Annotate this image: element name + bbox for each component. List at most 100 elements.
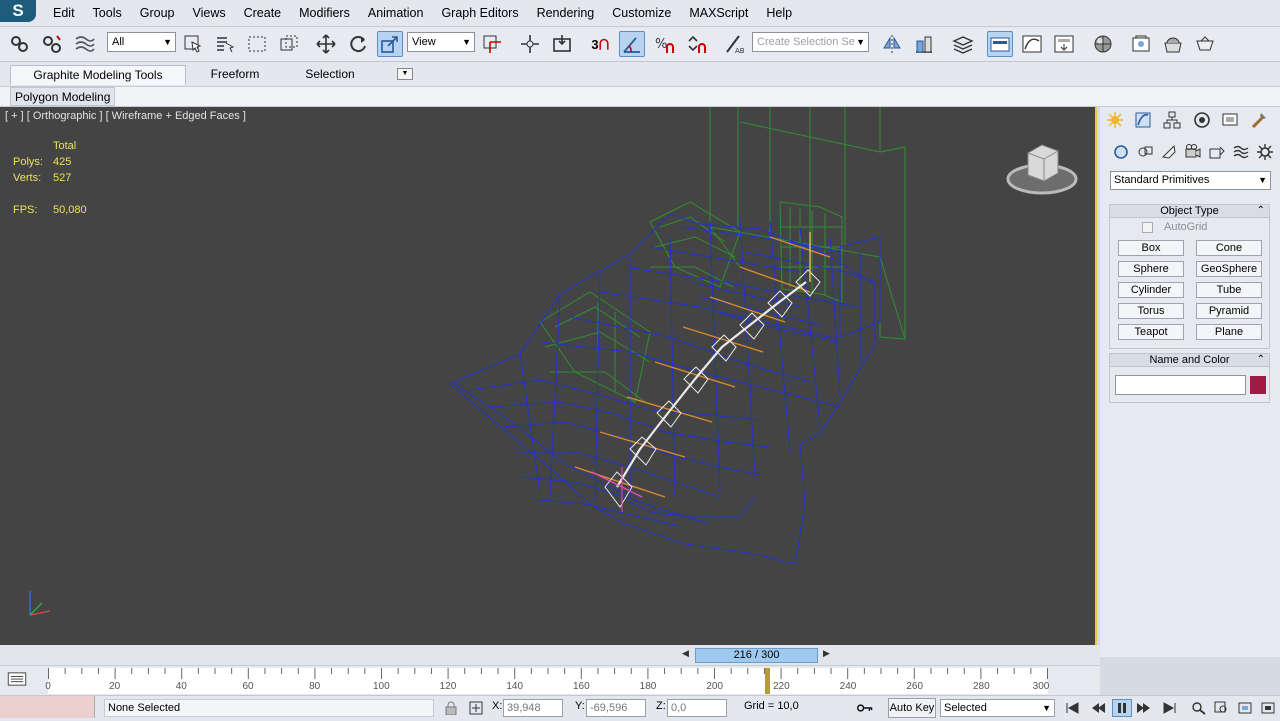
- sphere-button[interactable]: Sphere: [1118, 261, 1184, 277]
- teapot-button[interactable]: Teapot: [1118, 324, 1184, 340]
- modify-tab-icon[interactable]: [1132, 109, 1154, 131]
- pyramid-button[interactable]: Pyramid: [1196, 303, 1262, 319]
- keyboard-shortcut-override-icon[interactable]: [549, 31, 575, 57]
- render-production-icon[interactable]: [1192, 31, 1218, 57]
- set-key-icon[interactable]: [852, 699, 878, 717]
- spinner-snap-icon[interactable]: [683, 31, 709, 57]
- rotate-icon[interactable]: [345, 31, 371, 57]
- z-coordinate-input[interactable]: 0,0: [667, 699, 727, 717]
- reference-coordinate-dropdown[interactable]: View ▼: [407, 32, 475, 52]
- tab-freeform[interactable]: Freeform: [195, 65, 275, 84]
- snaps-toggle-icon[interactable]: 3: [588, 31, 614, 57]
- menu-views[interactable]: Views: [183, 0, 234, 26]
- ribbon-minimize-icon[interactable]: ▼: [397, 68, 413, 80]
- menu-rendering[interactable]: Rendering: [528, 0, 604, 26]
- next-key-icon[interactable]: [1134, 699, 1154, 717]
- scale-icon[interactable]: [377, 31, 403, 57]
- create-tab-icon[interactable]: [1104, 109, 1126, 131]
- menu-create[interactable]: Create: [235, 0, 291, 26]
- perspective-viewport[interactable]: [ + ] [ Orthographic ] [ Wireframe + Edg…: [0, 107, 1097, 645]
- go-to-end-icon[interactable]: [1160, 699, 1180, 717]
- cylinder-button[interactable]: Cylinder: [1118, 282, 1184, 298]
- menu-maxscript[interactable]: MAXScript: [680, 0, 757, 26]
- graphite-modeling-toggle-icon[interactable]: [987, 31, 1013, 57]
- geometry-category-icon[interactable]: [1110, 141, 1132, 163]
- torus-button[interactable]: Torus: [1118, 303, 1184, 319]
- viewport-label-menu[interactable]: [ + ] [ Orthographic ] [ Wireframe + Edg…: [5, 110, 246, 122]
- play-pause-icon[interactable]: [1112, 699, 1132, 717]
- curve-editor-icon[interactable]: [1019, 31, 1045, 57]
- menu-group[interactable]: Group: [131, 0, 184, 26]
- space-warps-category-icon[interactable]: [1230, 141, 1252, 163]
- previous-frame-arrow-icon[interactable]: ◀: [682, 648, 689, 659]
- cameras-category-icon[interactable]: [1182, 141, 1204, 163]
- box-button[interactable]: Box: [1118, 240, 1184, 256]
- utilities-tab-icon[interactable]: [1248, 109, 1270, 131]
- go-to-start-icon[interactable]: [1062, 699, 1082, 717]
- object-color-swatch[interactable]: [1250, 376, 1266, 394]
- bind-to-space-warp-icon[interactable]: [71, 31, 97, 57]
- next-frame-arrow-icon[interactable]: ▶: [823, 648, 830, 659]
- mini-curve-editor-icon[interactable]: [4, 670, 30, 688]
- zoom-extents-icon[interactable]: [1235, 699, 1255, 717]
- key-filter-dropdown[interactable]: Selected ▼: [940, 699, 1055, 717]
- time-slider-thumb[interactable]: 216 / 300: [695, 648, 818, 663]
- move-icon[interactable]: [313, 31, 339, 57]
- current-frame-marker[interactable]: [765, 668, 770, 694]
- autogrid-checkbox[interactable]: [1142, 222, 1153, 233]
- shapes-category-icon[interactable]: [1134, 141, 1156, 163]
- pivot-center-icon[interactable]: [479, 31, 505, 57]
- display-tab-icon[interactable]: [1219, 109, 1241, 131]
- timeline-ruler[interactable]: 0 20 40 60 80 100 120 140 160 180 200 22…: [45, 668, 1049, 694]
- helpers-category-icon[interactable]: [1206, 141, 1228, 163]
- select-and-link-icon[interactable]: [7, 31, 33, 57]
- name-and-color-rollout-header[interactable]: Name and Color ⌃: [1109, 353, 1270, 367]
- tube-button[interactable]: Tube: [1196, 282, 1262, 298]
- render-setup-icon[interactable]: [1128, 31, 1154, 57]
- object-category-dropdown[interactable]: Standard Primitives ▼: [1110, 171, 1271, 190]
- rendered-frame-window-icon[interactable]: [1160, 31, 1186, 57]
- align-icon[interactable]: [911, 31, 937, 57]
- select-object-icon[interactable]: [180, 31, 206, 57]
- rectangular-selection-icon[interactable]: [244, 31, 270, 57]
- maximize-viewport-icon[interactable]: [1258, 699, 1278, 717]
- hierarchy-tab-icon[interactable]: [1161, 109, 1183, 131]
- plane-button[interactable]: Plane: [1196, 324, 1262, 340]
- menu-tools[interactable]: Tools: [84, 0, 131, 26]
- window-crossing-icon[interactable]: [276, 31, 302, 57]
- absolute-mode-transform-icon[interactable]: [466, 699, 486, 717]
- tab-graphite-modeling-tools[interactable]: Graphite Modeling Tools: [10, 65, 186, 85]
- y-coordinate-input[interactable]: -69,596: [586, 699, 646, 717]
- maxscript-listener-mini[interactable]: [0, 696, 95, 718]
- edit-named-selection-icon[interactable]: ABC: [721, 31, 747, 57]
- motion-tab-icon[interactable]: [1191, 109, 1213, 131]
- schematic-view-icon[interactable]: [1051, 31, 1077, 57]
- lock-icon[interactable]: [441, 699, 461, 717]
- angle-snap-icon[interactable]: [619, 31, 645, 57]
- polygon-modeling-panel[interactable]: Polygon Modeling: [10, 87, 116, 106]
- material-editor-icon[interactable]: [1090, 31, 1116, 57]
- menu-animation[interactable]: Animation: [359, 0, 433, 26]
- menu-help[interactable]: Help: [757, 0, 801, 26]
- menu-modifiers[interactable]: Modifiers: [290, 0, 359, 26]
- systems-category-icon[interactable]: [1254, 141, 1276, 163]
- lights-category-icon[interactable]: [1158, 141, 1180, 163]
- object-type-rollout-header[interactable]: Object Type ⌃: [1109, 204, 1270, 218]
- percent-snap-icon[interactable]: %: [651, 31, 677, 57]
- mirror-icon[interactable]: [879, 31, 905, 57]
- x-coordinate-input[interactable]: 39,948: [503, 699, 563, 717]
- named-selection-set-dropdown[interactable]: Create Selection Se ▼: [752, 32, 869, 52]
- previous-key-icon[interactable]: [1088, 699, 1108, 717]
- geosphere-button[interactable]: GeoSphere: [1196, 261, 1262, 277]
- tab-selection[interactable]: Selection: [290, 65, 370, 84]
- layer-manager-icon[interactable]: [950, 31, 976, 57]
- zoom-all-icon[interactable]: [1212, 699, 1232, 717]
- cone-button[interactable]: Cone: [1196, 240, 1262, 256]
- menu-customize[interactable]: Customize: [603, 0, 680, 26]
- menu-edit[interactable]: Edit: [44, 0, 84, 26]
- selection-filter-dropdown[interactable]: All ▼: [107, 32, 176, 52]
- select-by-name-icon[interactable]: [212, 31, 238, 57]
- app-logo-button[interactable]: S: [0, 0, 36, 22]
- unlink-selection-icon[interactable]: [39, 31, 65, 57]
- menu-graph-editors[interactable]: Graph Editors: [432, 0, 527, 26]
